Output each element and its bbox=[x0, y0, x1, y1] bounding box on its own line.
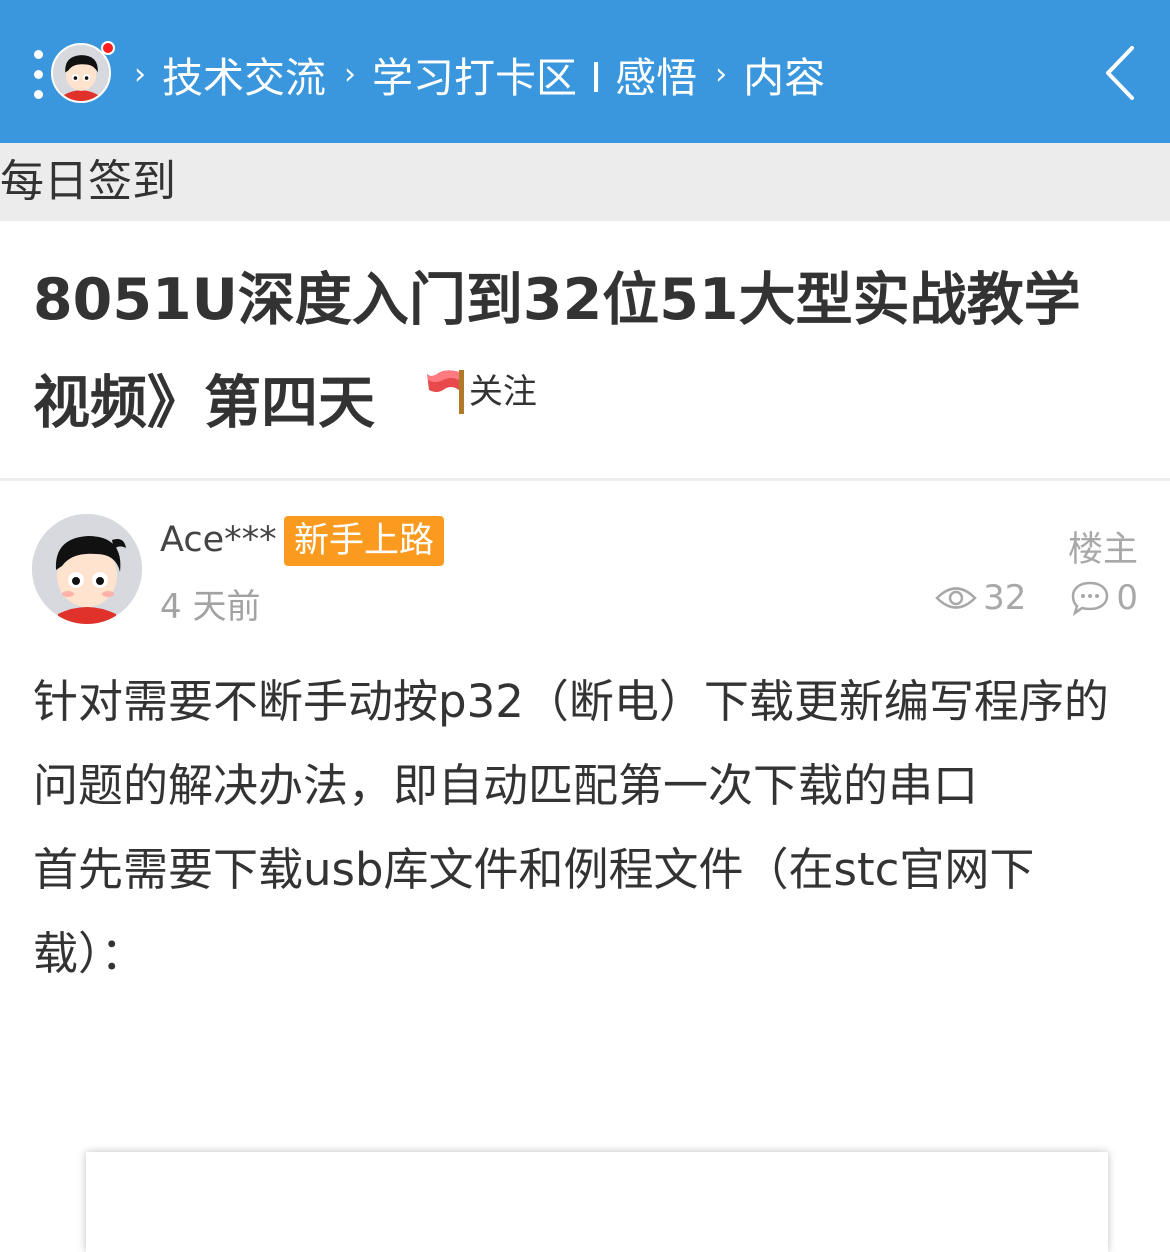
post-content: 针对需要不断手动按p32（断电）下载更新编写程序的问题的解决办法，即自动匹配第一… bbox=[33, 660, 1143, 996]
breadcrumb-item[interactable]: 学习打卡区 I 感悟 bbox=[372, 44, 697, 104]
post-title-block: 8051U深度入门到32位51大型实战教学视频》第四天 关注 bbox=[33, 254, 1133, 449]
divider bbox=[0, 478, 1170, 481]
attached-image[interactable] bbox=[86, 1152, 1108, 1252]
user-level-badge: 新手上路 bbox=[284, 516, 445, 566]
section-bar: 每日签到 bbox=[0, 143, 1170, 221]
back-button[interactable] bbox=[1100, 44, 1140, 102]
notification-dot bbox=[101, 41, 115, 55]
author-avatar[interactable] bbox=[32, 514, 142, 624]
top-nav-bar: › 技术交流 › 学习打卡区 I 感悟 › 内容 bbox=[0, 0, 1170, 143]
section-title: 每日签到 bbox=[0, 156, 176, 207]
flag-icon bbox=[426, 370, 464, 414]
author-name[interactable]: Ace*** bbox=[160, 520, 277, 560]
comment-count[interactable]: 0 bbox=[1070, 578, 1138, 618]
chevron-right-icon: › bbox=[134, 56, 146, 92]
breadcrumb-item[interactable]: 技术交流 bbox=[162, 44, 326, 104]
view-count-value: 32 bbox=[983, 578, 1027, 618]
comment-icon bbox=[1072, 581, 1109, 616]
content-paragraph: 针对需要不断手动按p32（断电）下载更新编写程序的问题的解决办法，即自动匹配第一… bbox=[33, 675, 1109, 812]
chevron-right-icon: › bbox=[715, 56, 728, 92]
follow-button[interactable]: 关注 bbox=[425, 346, 537, 438]
follow-label: 关注 bbox=[468, 372, 537, 412]
floor-label: 楼主 bbox=[1067, 530, 1138, 570]
eye-icon bbox=[935, 587, 977, 609]
chevron-right-icon: › bbox=[344, 56, 356, 92]
breadcrumb-item-current: 内容 bbox=[743, 54, 826, 102]
more-vertical-icon[interactable] bbox=[30, 46, 46, 102]
chevron-left-icon bbox=[1106, 46, 1134, 100]
content-paragraph: 首先需要下载usb库文件和例程文件（在stc官网下载）： bbox=[33, 843, 1035, 980]
post-title: 8051U深度入门到32位51大型实战教学视频》第四天 bbox=[33, 267, 1081, 436]
comment-count-value: 0 bbox=[1116, 578, 1138, 618]
view-count: 32 bbox=[935, 578, 1026, 618]
post-stats: 32 0 bbox=[935, 578, 1138, 618]
breadcrumb: › 技术交流 › 学习打卡区 I 感悟 › 内容 bbox=[130, 44, 825, 104]
post-time: 4 天前 bbox=[160, 587, 261, 627]
